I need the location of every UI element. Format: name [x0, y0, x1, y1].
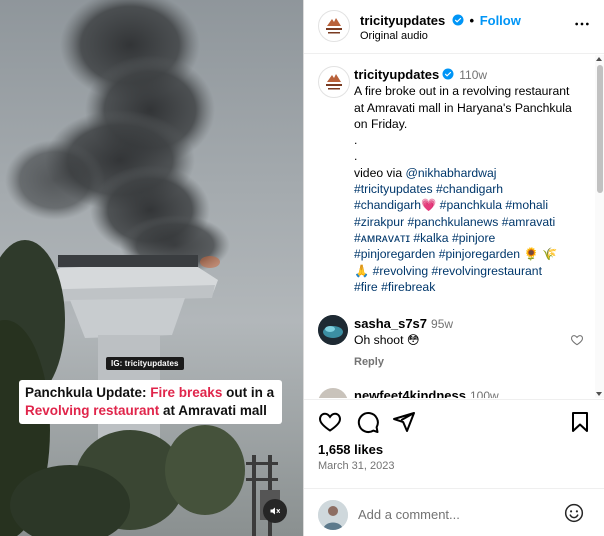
smiley-icon[interactable] [564, 503, 584, 523]
author-avatar[interactable] [318, 10, 350, 42]
add-comment-input[interactable] [358, 504, 558, 524]
original-audio-link[interactable]: Original audio [360, 30, 428, 42]
video-frame [0, 0, 280, 536]
comments-scroll-area[interactable]: tricityupdates 110w A fire broke out in a… [304, 55, 604, 398]
hashtag-link[interactable]: #pinjoregarden [354, 247, 435, 261]
commenter-username[interactable]: newfeet4kindness [354, 388, 466, 398]
comment-icon[interactable] [356, 410, 380, 434]
hashtag-link[interactable]: #kalka [413, 231, 448, 245]
hashtag-link[interactable]: #chandigarh [354, 198, 421, 212]
add-comment-bar [304, 488, 604, 536]
comment-text: Oh shoot [354, 333, 404, 347]
bookmark-icon[interactable] [568, 410, 592, 434]
verified-badge-icon [452, 14, 464, 26]
caption-timestamp[interactable]: 110w [459, 68, 487, 82]
hashtag-link[interactable]: #chandigarh [436, 182, 503, 196]
post-details-panel: tricityupdates • Follow Original audio t… [303, 0, 604, 536]
reply-button[interactable]: Reply [354, 356, 384, 368]
credit-mention-link[interactable]: @nikhabhardwaj [406, 166, 497, 180]
hashtag-link[interactable]: #panchkula [440, 198, 502, 212]
speaker-muted-icon [270, 507, 280, 515]
separator-dot: • [469, 13, 475, 28]
hashtag-link[interactable]: #revolvingrestaurant [432, 264, 542, 278]
commenter-avatar[interactable] [318, 388, 348, 398]
tricityupdates-logo [326, 74, 342, 90]
caption-dot: . [354, 149, 358, 164]
commenter-avatar[interactable] [318, 315, 348, 345]
scrollbar-thumb[interactable] [597, 65, 603, 193]
comment-timestamp[interactable]: 95w [431, 317, 453, 331]
comment-like-heart-icon[interactable] [570, 333, 584, 347]
post-date[interactable]: March 31, 2023 [318, 460, 394, 472]
flushed-face-emoji: 😳 [406, 333, 420, 347]
hashtag-link[interactable]: #pinjore [452, 231, 495, 245]
current-user-avatar-image [318, 500, 348, 530]
post-header: tricityupdates • Follow Original audio [304, 0, 604, 54]
hashtag-link[interactable]: #zirakpur [354, 215, 404, 229]
header-author: tricityupdates • Follow [360, 13, 521, 28]
follow-button[interactable]: Follow [480, 13, 521, 28]
hashtag-link[interactable]: #pinjoregarden [439, 247, 520, 261]
more-options-icon[interactable] [574, 16, 590, 32]
hashtag-link[interactable]: #panchkulanews [408, 215, 499, 229]
folded-hands-emoji: 🙏 [354, 263, 370, 278]
hashtag-link[interactable]: #amravati [502, 215, 556, 229]
scroll-down-arrow-icon[interactable] [596, 392, 602, 396]
hashtag-link[interactable]: #fire [354, 280, 378, 294]
caption-username[interactable]: tricityupdates [354, 67, 439, 82]
hashtag-link[interactable]: #firebreak [381, 280, 435, 294]
sunflower-emoji: 🌻 🌾 [523, 247, 558, 262]
post-media-video[interactable]: IG: tricityupdates Panchkula Update: Fir… [0, 0, 303, 536]
video-watermark: IG: tricityupdates [106, 357, 184, 370]
post-caption: tricityupdates 110w A fire broke out in a… [354, 67, 580, 295]
caption-author-avatar[interactable] [318, 66, 350, 98]
caption-text: A fire broke out in a revolving restaura… [354, 84, 572, 131]
heart-outline-icon[interactable] [318, 410, 342, 434]
commenter-avatar-image [318, 315, 348, 345]
commenter-username[interactable]: sasha_s7s7 [354, 316, 427, 331]
hashtag-link[interactable]: #tricityupdates [354, 182, 433, 196]
hashtag-link[interactable]: #revolving [373, 264, 429, 278]
caption-credit-prefix: video via [354, 165, 406, 180]
tricityupdates-logo [326, 18, 342, 34]
comment-item: newfeet4kindness 100w [354, 388, 499, 398]
verified-badge-icon [442, 68, 454, 80]
share-icon[interactable] [392, 410, 416, 434]
caption-dot: . [354, 133, 358, 148]
comment-timestamp[interactable]: 100w [470, 389, 499, 398]
video-headline-banner: Panchkula Update: Fire breaks out in a R… [19, 380, 282, 424]
hashtag-link[interactable]: #mohali [505, 198, 548, 212]
comment-item: sasha_s7s7 95w Oh shoot 😳 [354, 316, 453, 348]
comments-scrollbar[interactable] [595, 55, 604, 398]
author-username[interactable]: tricityupdates [360, 13, 445, 28]
scroll-up-arrow-icon[interactable] [596, 57, 602, 61]
heart-emoji: 💗 [421, 198, 437, 213]
hashtag-link[interactable]: #ᴀᴍʀᴀᴠᴀᴛɪ [354, 231, 410, 245]
likes-count[interactable]: 1,658 likes [318, 442, 383, 457]
current-user-avatar[interactable] [318, 500, 348, 530]
mute-toggle-button[interactable] [263, 499, 287, 523]
